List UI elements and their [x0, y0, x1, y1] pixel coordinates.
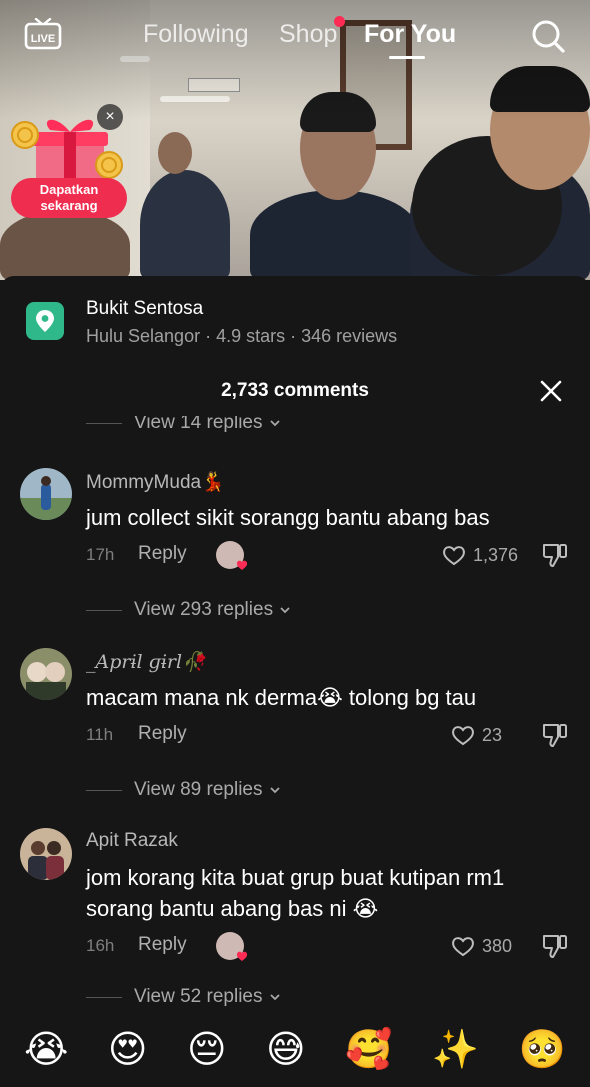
comment-text: jom korang kita buat grup buat kutipan r…: [86, 865, 505, 921]
view-replies-label: View 89 replies: [134, 779, 263, 800]
reply-button[interactable]: Reply: [138, 543, 187, 565]
view-replies-button[interactable]: View 52 replies: [86, 984, 281, 1010]
comment-actions: 16h Reply 380: [86, 932, 572, 961]
place-name: Bukit Sentosa: [86, 298, 204, 319]
comment-actions: 17h Reply 1,376: [86, 541, 572, 570]
like-count: 1,376: [473, 544, 519, 565]
dislike-icon[interactable]: [540, 541, 570, 569]
heart-icon: [236, 951, 248, 961]
avatar[interactable]: [20, 468, 72, 520]
tab-following[interactable]: Following: [143, 20, 249, 49]
like-button[interactable]: 380: [450, 932, 512, 960]
emoji-loudly-crying[interactable]: 😭: [24, 1024, 68, 1080]
gift-label-line2: sekarang: [40, 198, 98, 213]
comment-text: macam mana nk derma😭 tolong bg tau: [86, 685, 477, 710]
search-icon[interactable]: [530, 18, 566, 54]
heart-outline-icon: [452, 726, 474, 746]
view-replies-label: View 14 replies: [134, 416, 263, 433]
coin-icon: [11, 121, 39, 149]
emoji-pensive[interactable]: 😔: [187, 1024, 227, 1080]
view-replies-button[interactable]: View 293 replies: [86, 597, 291, 623]
divider-line: [86, 789, 122, 791]
coin-icon: [95, 151, 123, 179]
emoji-smiling-hearts[interactable]: 🥰: [345, 1024, 392, 1080]
comment-username[interactable]: _Aprɨl ɡɨrl🥀: [86, 650, 206, 673]
creator-liked-avatar: [216, 541, 248, 570]
shop-notification-dot: [334, 16, 345, 27]
emoji-heart-eyes[interactable]: 😍: [108, 1024, 148, 1080]
video-person-head: [158, 132, 192, 174]
heart-icon: [236, 560, 248, 570]
emoji-pleading[interactable]: 🥺: [519, 1024, 566, 1080]
clipped-region: View 14 replies: [0, 416, 590, 434]
divider-line: [86, 422, 122, 424]
gift-claim-button[interactable]: Dapatkan sekarang: [11, 178, 127, 218]
chevron-down-icon: [269, 420, 280, 427]
tab-shop[interactable]: Shop: [279, 20, 337, 49]
reply-button[interactable]: Reply: [138, 934, 187, 956]
view-replies-label: View 293 replies: [134, 599, 274, 620]
divider-line: [86, 609, 122, 611]
place-card[interactable]: Bukit Sentosa Hulu Selangor · 4.9 stars …: [26, 298, 566, 352]
dislike-icon[interactable]: [540, 721, 570, 749]
comment-time: 16h: [86, 936, 115, 955]
view-replies-label: View 52 replies: [134, 986, 263, 1007]
chevron-down-icon: [269, 994, 280, 1001]
avatar[interactable]: [20, 828, 72, 880]
active-tab-indicator: [389, 56, 425, 59]
comment-actions: 11h Reply 23: [86, 721, 572, 749]
like-button[interactable]: 1,376: [441, 541, 518, 569]
quick-emoji-bar: 😭 😍 😔 😅 🥰 ✨ 🥺: [0, 1024, 590, 1080]
dislike-icon[interactable]: [540, 932, 570, 960]
comments-count-title: 2,733 comments: [221, 380, 369, 401]
emoji-sparkles[interactable]: ✨: [432, 1024, 479, 1080]
like-button[interactable]: 23: [450, 721, 502, 749]
gift-close-button[interactable]: ×: [97, 104, 123, 130]
emoji-sweat-smile[interactable]: 😅: [266, 1024, 306, 1080]
view-replies-button[interactable]: View 89 replies: [86, 777, 281, 803]
video-person: [140, 170, 230, 280]
comment-text: jum collect sikit sorangg bantu abang ba…: [86, 505, 490, 530]
chevron-down-icon: [269, 787, 280, 794]
comments-sheet: Bukit Sentosa Hulu Selangor · 4.9 stars …: [0, 276, 590, 1087]
like-count: 380: [482, 935, 513, 956]
comment-time: 11h: [86, 725, 114, 744]
live-tv-icon[interactable]: LIVE: [24, 18, 62, 50]
gift-label-line1: Dapatkan: [39, 182, 99, 197]
close-icon[interactable]: [538, 378, 564, 404]
live-label: LIVE: [31, 33, 55, 45]
comment-username[interactable]: MommyMuda💃: [86, 470, 225, 494]
chevron-down-icon: [280, 607, 290, 614]
comment-username[interactable]: Apit Razak: [86, 830, 178, 852]
avatar[interactable]: [20, 648, 72, 700]
tab-for-you[interactable]: For You: [364, 20, 456, 49]
location-pin-icon: [26, 302, 64, 340]
heart-outline-icon: [452, 937, 474, 957]
heart-outline-icon: [443, 546, 465, 566]
view-replies-button[interactable]: View 14 replies: [86, 416, 281, 434]
like-count: 23: [482, 724, 503, 745]
creator-liked-avatar: [216, 932, 248, 961]
divider-line: [86, 996, 122, 998]
reply-button[interactable]: Reply: [138, 723, 187, 745]
place-rating-meta: Hulu Selangor · 4.9 stars · 346 reviews: [86, 326, 398, 346]
video-person: [250, 190, 420, 280]
video-person: [0, 210, 130, 280]
comment-time: 17h: [86, 545, 115, 564]
top-navigation: LIVE Following Shop For You: [0, 0, 590, 70]
